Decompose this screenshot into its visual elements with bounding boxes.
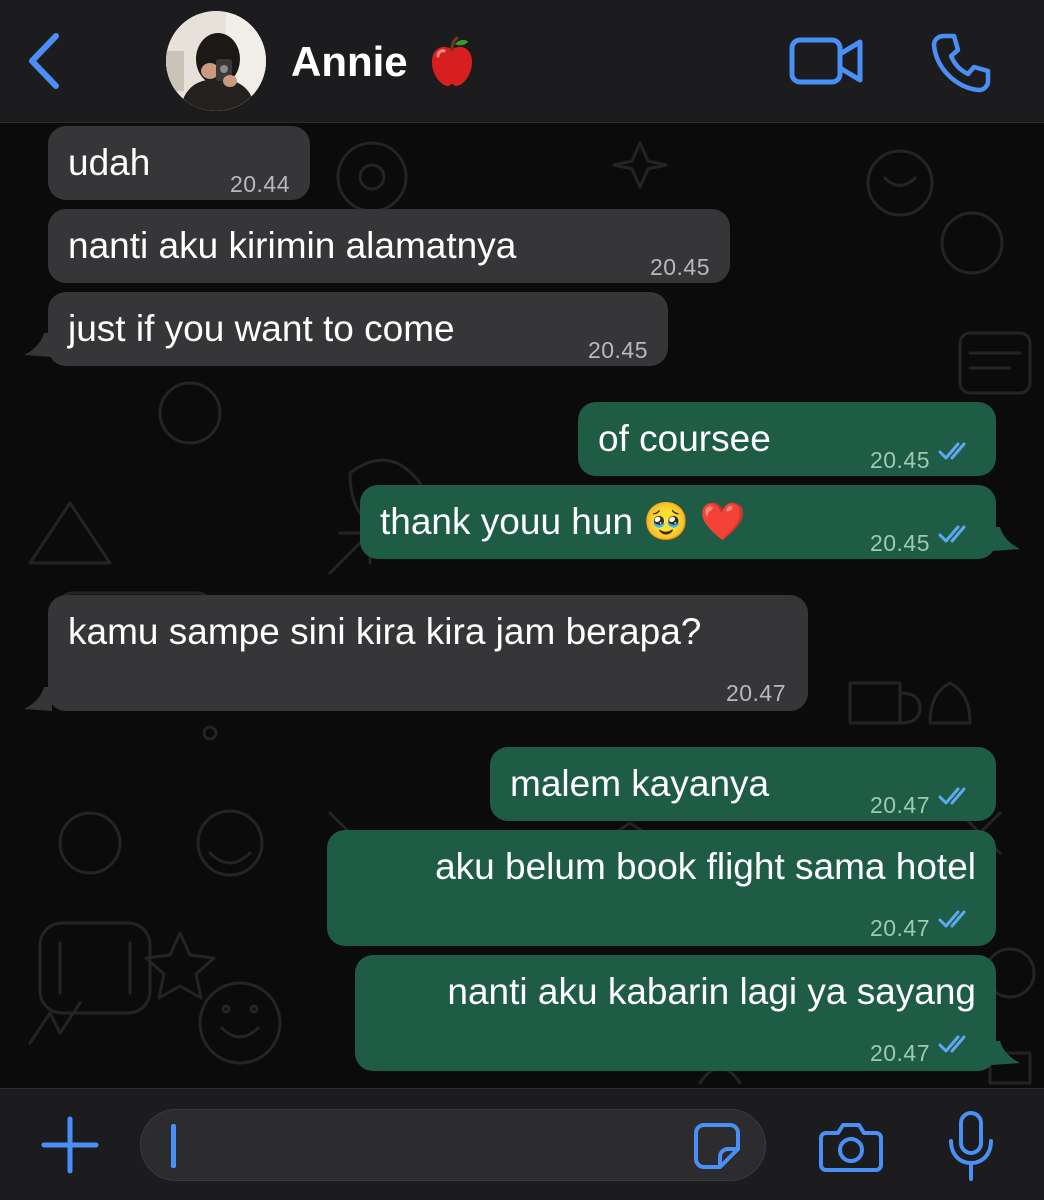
message-time: 20.44 (229, 171, 290, 197)
read-receipt-icon (938, 787, 966, 805)
camera-icon (819, 1123, 883, 1172)
incoming-message[interactable]: nanti aku kirimin alamatnya 20.45 (48, 209, 730, 283)
input-bar (0, 1088, 1044, 1200)
message-text: just if you want to come (68, 308, 455, 349)
incoming-message[interactable]: just if you want to come 20.45 (48, 292, 668, 366)
read-receipt-icon (938, 1035, 966, 1053)
outgoing-message[interactable]: of coursee 20.45 (578, 402, 996, 476)
message-list[interactable]: udah 20.44 nanti aku kirimin alamatnya 2… (0, 123, 1044, 1088)
message-time: 20.45 (869, 530, 930, 556)
plus-icon (41, 1116, 99, 1174)
text-cursor (171, 1124, 176, 1168)
message-text: udah (68, 142, 151, 183)
incoming-message[interactable]: kamu sampe sini kira kira jam berapa? 20… (48, 595, 808, 711)
message-time: 20.45 (869, 447, 930, 473)
phone-icon (931, 33, 991, 93)
read-receipt-icon (938, 910, 966, 928)
bubble-tail (992, 1041, 1020, 1065)
avatar[interactable] (166, 11, 266, 111)
message-text: kamu sampe sini kira kira jam berapa? (68, 611, 702, 652)
voice-call-button[interactable] (930, 32, 992, 94)
message-text: nanti aku kirimin alamatnya (68, 225, 517, 266)
camera-button[interactable] (818, 1119, 884, 1173)
read-receipt-icon (938, 442, 966, 460)
message-text: aku belum book flight sama hotel (435, 846, 976, 887)
outgoing-message[interactable]: nanti aku kabarin lagi ya sayang 20.47 (355, 955, 996, 1071)
message-time: 20.47 (725, 680, 786, 706)
message-composer[interactable] (140, 1109, 766, 1181)
red-apple-icon (432, 36, 472, 86)
attach-button[interactable] (40, 1115, 100, 1175)
chevron-left-icon (29, 33, 59, 89)
sticker-icon (694, 1123, 740, 1169)
message-text: nanti aku kabarin lagi ya sayang (447, 971, 976, 1012)
message-input[interactable] (171, 1120, 695, 1174)
message-time: 20.47 (869, 792, 930, 818)
microphone-icon (949, 1111, 993, 1181)
sticker-button[interactable] (692, 1121, 742, 1171)
contact-name[interactable]: Annie (291, 38, 408, 86)
microphone-button[interactable] (946, 1109, 996, 1183)
message-text: of coursee (598, 418, 771, 459)
back-button[interactable] (22, 28, 66, 94)
chat-header: Annie (0, 0, 1044, 123)
outgoing-message[interactable]: aku belum book flight sama hotel 20.47 (327, 830, 996, 946)
outgoing-message[interactable]: malem kayanya 20.47 (490, 747, 996, 821)
message-text: thank youu hun 🥹 ❤️ (380, 501, 746, 542)
chat-screen: Annie udah 20.44 nanti aku kirimin alama… (0, 0, 1044, 1200)
read-receipt-icon (938, 525, 966, 543)
bubble-tail (992, 527, 1020, 551)
message-time: 20.45 (587, 337, 648, 363)
outgoing-message[interactable]: thank youu hun 🥹 ❤️ 20.45 (360, 485, 996, 559)
message-time: 20.47 (869, 915, 930, 941)
message-text: malem kayanya (510, 763, 770, 804)
video-camera-icon (789, 37, 863, 85)
video-call-button[interactable] (788, 34, 864, 88)
incoming-message[interactable]: udah 20.44 (48, 126, 310, 200)
message-time: 20.47 (869, 1040, 930, 1066)
message-time: 20.45 (649, 254, 710, 280)
